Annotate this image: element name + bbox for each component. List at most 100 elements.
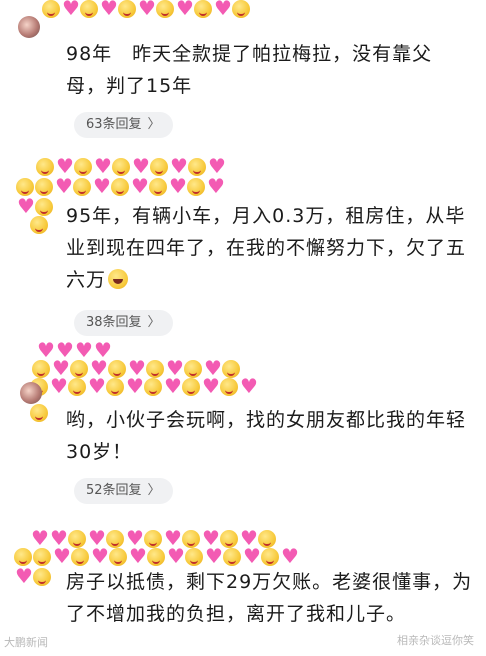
smiling-face-emoji-icon	[222, 360, 240, 378]
pink-heart-emoji-icon	[55, 158, 74, 176]
smiling-face-emoji-icon	[16, 178, 34, 196]
pink-heart-emoji-icon	[89, 360, 108, 378]
smiling-face-emoji-icon	[146, 360, 164, 378]
pink-heart-emoji-icon	[51, 360, 70, 378]
pink-heart-emoji-icon	[125, 530, 144, 548]
pink-heart-emoji-icon	[49, 530, 68, 548]
pink-heart-emoji-icon	[201, 378, 220, 396]
username-emoji-row	[36, 342, 256, 360]
pink-heart-emoji-icon	[93, 342, 112, 360]
smiling-face-emoji-icon	[73, 178, 91, 196]
smiling-face-emoji-icon	[14, 548, 32, 566]
username-emoji-row	[30, 530, 300, 548]
smiling-face-emoji-icon	[33, 568, 51, 586]
chevron-right-icon: 〉	[147, 315, 161, 330]
pink-heart-emoji-icon	[54, 178, 73, 196]
username-emoji-row	[16, 178, 236, 196]
smiling-face-emoji-icon	[258, 530, 276, 548]
smiling-face-emoji-icon	[220, 378, 238, 396]
pink-heart-emoji-icon	[99, 0, 118, 18]
watermark-right: 相亲杂谈逗你笑	[397, 634, 474, 647]
smiling-face-emoji-icon	[108, 360, 126, 378]
pink-heart-emoji-icon	[169, 158, 188, 176]
username-emoji-row	[30, 216, 50, 234]
pink-heart-emoji-icon	[52, 548, 71, 566]
username-emoji-row	[36, 158, 236, 176]
smiling-face-emoji-icon	[35, 198, 53, 216]
comment-text: 95年，有辆小车，月入0.3万，租房住，从毕业到现在四年了，在我的不懈努力下，欠…	[66, 200, 476, 296]
pink-heart-emoji-icon	[125, 378, 144, 396]
pink-heart-emoji-icon	[242, 548, 261, 566]
smiling-face-emoji-icon	[194, 0, 212, 18]
username-emoji-row	[32, 360, 252, 378]
reply-count-label: 52条回复	[86, 483, 142, 498]
smiling-face-emoji-icon	[106, 378, 124, 396]
pink-heart-emoji-icon	[90, 548, 109, 566]
pink-heart-emoji-icon	[55, 342, 74, 360]
smiling-face-emoji-icon	[147, 548, 165, 566]
smiling-face-emoji-icon	[112, 158, 130, 176]
username-emoji-row	[42, 0, 272, 18]
pink-heart-emoji-icon	[175, 0, 194, 18]
smiling-face-emoji-icon	[111, 178, 129, 196]
smiling-face-emoji-icon	[32, 360, 50, 378]
pink-heart-emoji-icon	[16, 198, 35, 216]
pink-heart-emoji-icon	[87, 378, 106, 396]
smiling-face-emoji-icon	[182, 530, 200, 548]
chevron-right-icon: 〉	[147, 483, 161, 498]
pink-heart-emoji-icon	[92, 178, 111, 196]
smiling-face-emoji-icon	[118, 0, 136, 18]
comment-text: 房子以抵债，剩下29万欠账。老婆很懂事，为了不增加我的负担，离开了我和儿子。	[66, 571, 473, 625]
smiling-face-emoji-icon	[188, 158, 206, 176]
smiling-face-emoji-icon	[182, 378, 200, 396]
username-emoji-row	[30, 404, 50, 422]
pink-heart-emoji-icon	[30, 530, 49, 548]
pink-heart-emoji-icon	[239, 378, 258, 396]
chevron-right-icon: 〉	[147, 117, 161, 132]
pink-heart-emoji-icon	[93, 158, 112, 176]
smiling-face-emoji-icon	[68, 378, 86, 396]
username-emoji-row	[30, 378, 270, 396]
view-replies-button[interactable]: 52条回复〉	[74, 478, 173, 504]
smiling-face-emoji-icon	[36, 158, 54, 176]
smiling-face-emoji-icon	[71, 548, 89, 566]
avatar[interactable]	[20, 382, 42, 404]
pink-heart-emoji-icon	[130, 178, 149, 196]
smiling-face-emoji-icon	[30, 404, 48, 422]
smiling-face-emoji-icon	[74, 158, 92, 176]
pink-heart-emoji-icon	[14, 568, 33, 586]
comment-text: 哟，小伙子会玩啊，找的女朋友都比我的年轻30岁！	[66, 409, 467, 463]
smiling-face-emoji-icon	[70, 360, 88, 378]
comment-text: 98年 昨天全款提了帕拉梅拉，没有靠父母，判了15年	[66, 43, 433, 97]
pink-heart-emoji-icon	[201, 530, 220, 548]
smiling-face-emoji-icon	[106, 530, 124, 548]
avatar[interactable]	[18, 16, 40, 38]
smiling-face-emoji-icon	[149, 178, 167, 196]
smiling-face-emoji-icon	[261, 548, 279, 566]
pink-heart-emoji-icon	[36, 342, 55, 360]
smiling-face-emoji-icon	[68, 530, 86, 548]
username-emoji-row	[14, 548, 304, 566]
pink-heart-emoji-icon	[206, 178, 225, 196]
smiling-face-emoji-icon	[42, 0, 60, 18]
view-replies-button[interactable]: 38条回复〉	[74, 310, 173, 336]
laughing-tears-emoji-icon	[108, 269, 129, 289]
pink-heart-emoji-icon	[131, 158, 150, 176]
pink-heart-emoji-icon	[127, 360, 146, 378]
pink-heart-emoji-icon	[207, 158, 226, 176]
pink-heart-emoji-icon	[203, 360, 222, 378]
view-replies-button[interactable]: 63条回复〉	[74, 112, 173, 138]
pink-heart-emoji-icon	[166, 548, 185, 566]
smiling-face-emoji-icon	[30, 216, 48, 234]
smiling-face-emoji-icon	[184, 360, 202, 378]
pink-heart-emoji-icon	[74, 342, 93, 360]
pink-heart-emoji-icon	[128, 548, 147, 566]
reply-count-label: 63条回复	[86, 117, 142, 132]
pink-heart-emoji-icon	[204, 548, 223, 566]
pink-heart-emoji-icon	[280, 548, 299, 566]
pink-heart-emoji-icon	[165, 360, 184, 378]
pink-heart-emoji-icon	[163, 530, 182, 548]
smiling-face-emoji-icon	[185, 548, 203, 566]
pink-heart-emoji-icon	[87, 530, 106, 548]
smiling-face-emoji-icon	[33, 548, 51, 566]
